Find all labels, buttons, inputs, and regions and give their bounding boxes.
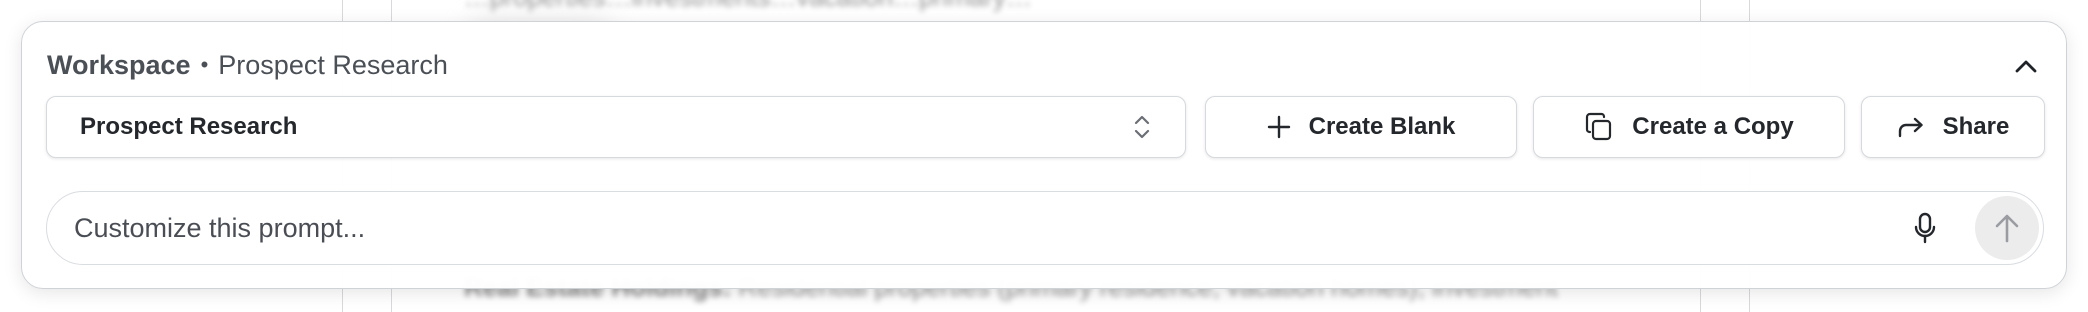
create-copy-label: Create a Copy: [1632, 113, 1794, 140]
breadcrumb: Workspace • Prospect Research: [47, 48, 448, 82]
copy-icon: [1584, 112, 1614, 142]
prompt-panel: Workspace • Prospect Research Prospect R…: [21, 21, 2067, 289]
plus-icon: [1267, 115, 1291, 139]
up-down-chevron-icon: [1133, 113, 1151, 141]
share-button[interactable]: Share: [1861, 96, 2045, 158]
prompt-input[interactable]: [72, 211, 1903, 245]
collapse-panel-button[interactable]: [2008, 48, 2044, 84]
breadcrumb-current: Prospect Research: [218, 50, 448, 80]
create-blank-label: Create Blank: [1308, 113, 1456, 140]
chevron-up-icon: [2015, 59, 2037, 73]
microphone-button[interactable]: [1903, 206, 1947, 250]
breadcrumb-separator: •: [200, 52, 209, 77]
share-arrow-icon: [1897, 115, 1925, 139]
create-blank-button[interactable]: Create Blank: [1205, 96, 1517, 158]
background-text-top: …properties…investments…vacation…primary…: [464, 0, 1032, 13]
prompt-selector-value: Prospect Research: [80, 113, 298, 140]
prompt-selector[interactable]: Prospect Research: [46, 96, 1186, 158]
breadcrumb-workspace[interactable]: Workspace: [47, 48, 191, 82]
create-copy-button[interactable]: Create a Copy: [1533, 96, 1845, 158]
arrow-up-icon: [1994, 213, 2020, 243]
microphone-icon: [1914, 212, 1936, 244]
send-button[interactable]: [1975, 196, 2039, 260]
share-label: Share: [1942, 113, 2010, 140]
prompt-input-container: [46, 191, 2044, 265]
